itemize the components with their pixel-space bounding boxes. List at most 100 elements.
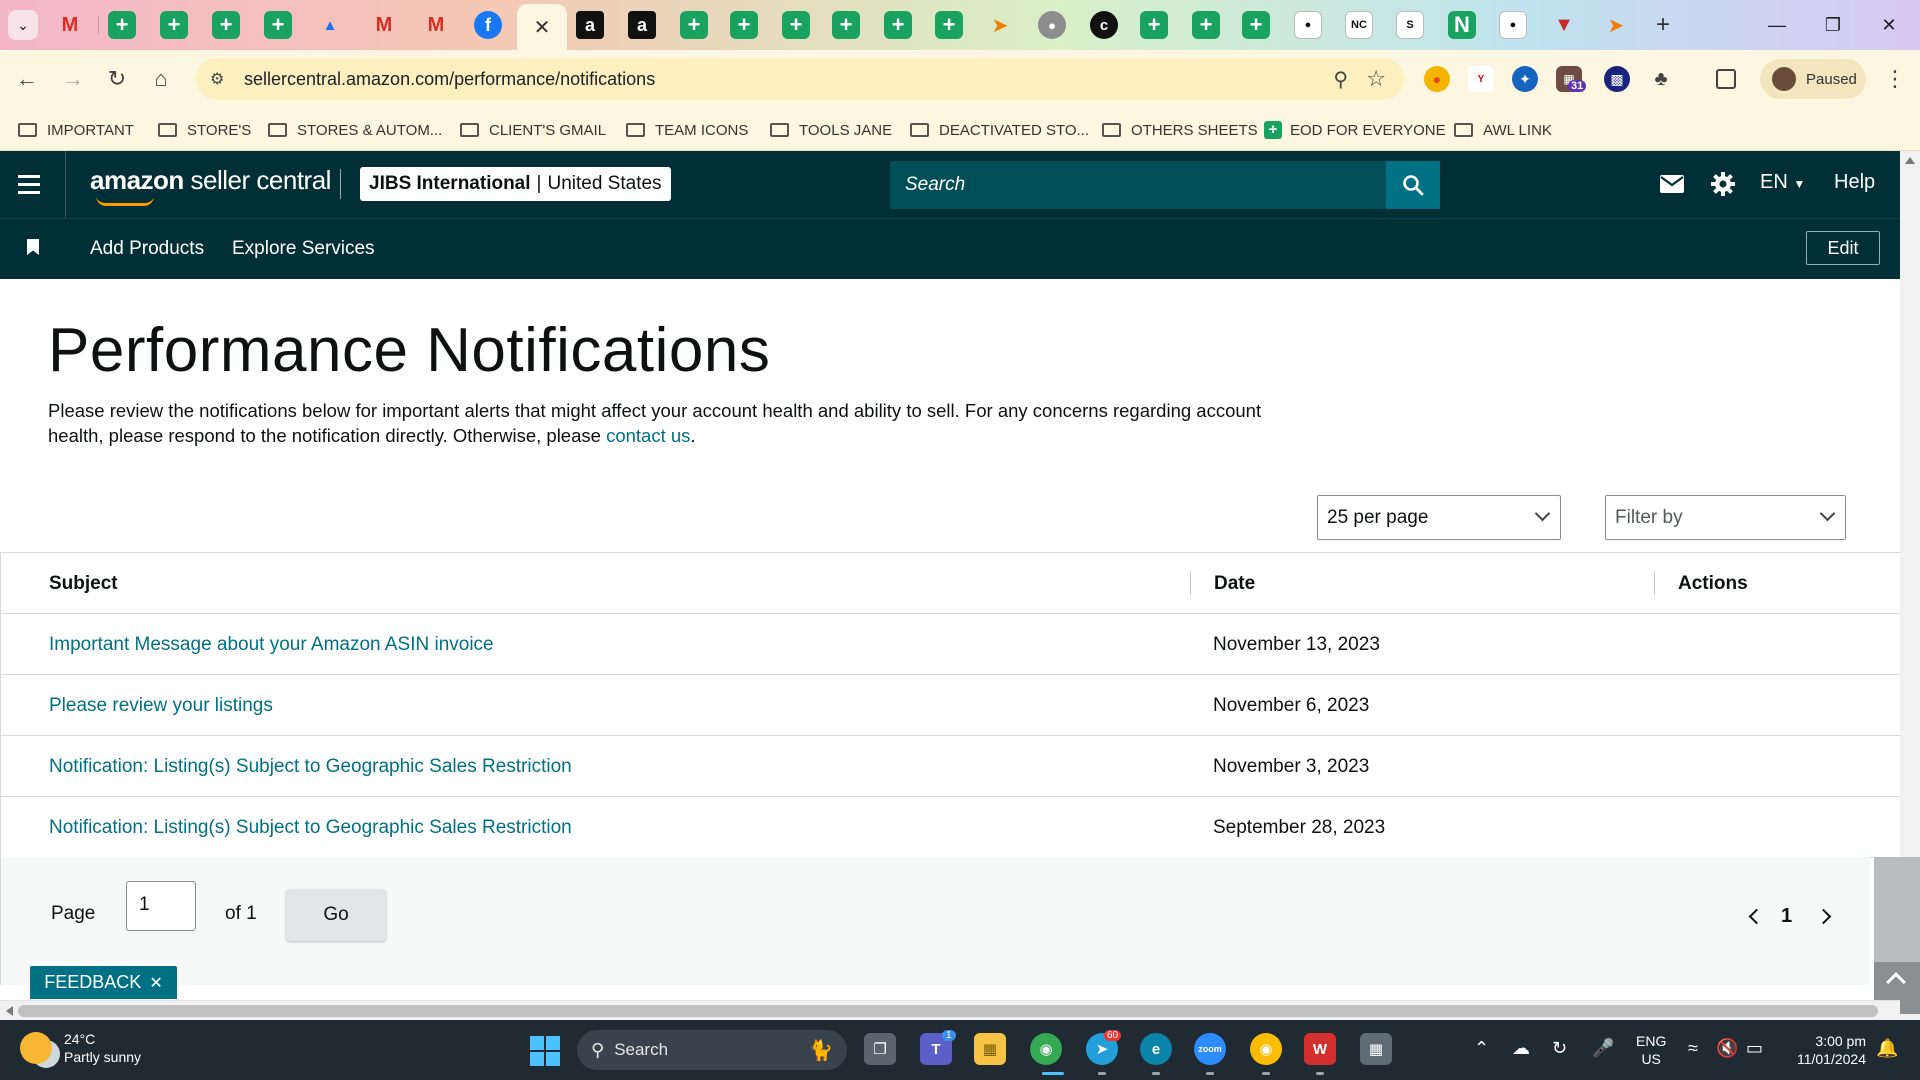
new-tab-plus-icon[interactable]: + [1648,10,1678,40]
browser-menu-icon[interactable]: ⋮ [1880,63,1910,95]
taskbar-search[interactable]: ⚲ Search 🐈 [577,1030,847,1070]
sheets-tab-icon[interactable]: + [108,11,136,39]
bookmark-icon[interactable] [27,239,39,255]
task-view-icon[interactable]: ❐ [864,1033,896,1065]
next-page-chevron-icon[interactable] [1815,908,1832,925]
extension-icon[interactable]: ✦ [1512,66,1538,92]
chrome-icon[interactable]: ◉ [1030,1033,1062,1065]
seller-central-logo[interactable]: amazon seller central [90,165,331,206]
filter-select[interactable]: Filter by [1605,495,1846,540]
globe-tab-icon[interactable]: ● [1038,11,1066,39]
tab-search-chevron-icon[interactable]: ⌄ [8,10,38,40]
back-arrow-icon[interactable]: ← [10,62,44,96]
help-link[interactable]: Help [1834,171,1875,194]
gmail-tab-icon[interactable]: M [56,11,84,39]
per-page-select[interactable]: 25 per page [1317,495,1561,540]
bookmark-item[interactable]: IMPORTANT [18,117,134,143]
sheets-tab-icon[interactable]: + [1192,11,1220,39]
zapier-tab-icon[interactable]: ➤ [986,11,1014,39]
puzzle-extensions-icon[interactable]: ♣ [1648,66,1674,92]
zoom-app-icon[interactable]: zoom [1194,1033,1226,1065]
amazon-tab-icon[interactable]: a [628,11,656,39]
c-tab-icon[interactable]: c [1090,11,1118,39]
scroll-to-top-widget[interactable] [1874,857,1920,1014]
mail-icon[interactable] [1659,169,1685,199]
extension-icon[interactable]: ● [1424,66,1450,92]
site-settings-icon[interactable]: ⚙ [210,69,232,89]
column-header-subject[interactable]: Subject [49,573,118,595]
sheets-tab-icon[interactable]: + [264,11,292,39]
bookmark-item[interactable]: + EOD FOR EVERYONE [1264,117,1446,143]
gmail-tab-icon[interactable]: M [422,11,450,39]
language-selector[interactable]: EN ▼ [1760,171,1805,194]
bookmark-item[interactable]: TOOLS JANE [770,117,892,143]
gmail-tab-icon[interactable]: M [370,11,398,39]
edge-icon[interactable]: e [1140,1033,1172,1065]
wps-office-icon[interactable]: W [1304,1033,1336,1065]
close-icon[interactable]: ✕ [149,973,162,993]
facebook-tab-icon[interactable]: f [474,11,502,39]
sheets-tab-icon[interactable]: + [832,11,860,39]
site-tab-icon[interactable]: ● [1499,11,1527,39]
scrollbar-thumb[interactable] [18,1005,1878,1017]
battery-icon[interactable]: ▭ [1746,1038,1763,1059]
current-page-number[interactable]: 1 [1781,905,1792,928]
onedrive-cloud-icon[interactable]: ☁ [1512,1038,1530,1059]
edit-button[interactable]: Edit [1806,231,1880,265]
search-button[interactable] [1386,161,1440,209]
tray-chevron-up-icon[interactable]: ⌃ [1474,1038,1489,1059]
bookmark-item[interactable]: DEACTIVATED STO... [910,117,1089,143]
reload-icon[interactable]: ↻ [100,62,134,96]
bookmark-item[interactable]: TEAM ICONS [626,117,748,143]
site-tab-icon[interactable]: ● [1294,11,1322,39]
extension-icon[interactable]: Y [1468,66,1494,92]
amazon-tab-icon[interactable]: a [576,11,604,39]
previous-page-chevron-icon[interactable] [1748,908,1765,925]
chrome-profile-icon[interactable]: ◉ [1250,1033,1282,1065]
zapier-tab-icon[interactable]: ➤ [1602,11,1630,39]
sheets-tab-icon[interactable]: + [1140,11,1168,39]
notification-subject-link[interactable]: Important Message about your Amazon ASIN… [49,634,494,656]
bookmark-item[interactable]: CLIENT'S GMAIL [460,117,606,143]
hamburger-menu-icon[interactable] [18,169,48,199]
sheets-tab-icon[interactable]: + [160,11,188,39]
drive-tab-icon[interactable]: ▲ [316,11,344,39]
file-explorer-icon[interactable]: ▦ [974,1033,1006,1065]
sheets-tab-icon[interactable]: + [212,11,240,39]
active-tab-close-icon[interactable]: ✕ [517,4,567,50]
microphone-icon[interactable]: 🎤 [1592,1038,1614,1059]
input-language[interactable]: ENG US [1636,1032,1666,1068]
sheets-tab-icon[interactable]: + [782,11,810,39]
seller-search-input[interactable]: Search [890,161,1440,209]
go-button[interactable]: Go [286,889,386,941]
bookmark-star-icon[interactable]: ☆ [1366,66,1386,92]
extension-icon[interactable]: ▩ [1604,66,1630,92]
windows-start-icon[interactable] [530,1036,560,1066]
zoom-icon[interactable]: ⚲ [1333,67,1348,92]
column-header-date[interactable]: Date [1214,573,1255,595]
nc-tab-icon[interactable]: NC [1345,11,1373,39]
sheets-tab-icon[interactable]: + [730,11,758,39]
bookmark-item[interactable]: OTHERS SHEETS [1102,117,1258,143]
contact-us-link[interactable]: contact us [606,425,690,446]
notification-bell-icon[interactable]: 🔔 [1876,1038,1898,1059]
scroll-left-arrow-icon[interactable] [6,1006,13,1016]
page-number-input[interactable]: 1 [126,881,196,931]
add-products-link[interactable]: Add Products [90,238,204,260]
horizontal-scrollbar[interactable] [0,1000,1900,1020]
wifi-icon[interactable]: ≈ [1688,1038,1698,1059]
explore-services-link[interactable]: Explore Services [232,238,375,260]
forward-arrow-icon[interactable]: → [56,62,90,96]
notification-subject-link[interactable]: Please review your listings [49,695,273,717]
calculator-icon[interactable]: ▦ [1360,1033,1392,1065]
account-switcher[interactable]: JIBS International | United States [360,167,671,201]
sheets-tab-icon[interactable]: + [884,11,912,39]
profile-button[interactable]: Paused [1760,59,1866,99]
restore-icon[interactable]: ❐ [1810,8,1856,42]
minimize-icon[interactable]: — [1754,8,1800,42]
home-icon[interactable]: ⌂ [144,62,178,96]
sheets-tab-icon[interactable]: + [935,11,963,39]
speaker-muted-icon[interactable]: 🔇 [1716,1038,1738,1059]
sysco-tab-icon[interactable]: S [1396,11,1424,39]
sheets-tab-icon[interactable]: + [1242,11,1270,39]
